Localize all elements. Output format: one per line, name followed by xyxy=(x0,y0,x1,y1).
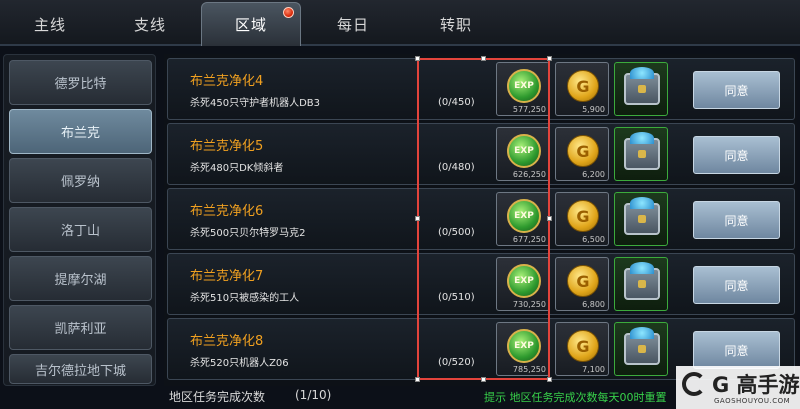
quest-progress: (0/520) xyxy=(438,357,475,368)
reset-tip: 提示 地区任务完成次数每天00时重置 xyxy=(484,391,667,404)
sidebar-item-lodin-hill[interactable]: 洛丁山 xyxy=(9,207,152,252)
sidebar-item-label: 布兰克 xyxy=(60,126,100,141)
gold-reward[interactable]: G 5,900 xyxy=(555,62,609,116)
exp-orb-icon: EXP xyxy=(507,69,541,103)
quest-name: 布兰克净化4 xyxy=(190,74,264,89)
exp-orb-icon: EXP xyxy=(507,134,541,168)
quest-description: 杀死480只DK倾斜者 xyxy=(190,163,284,174)
quest-progress: (0/510) xyxy=(438,292,475,303)
tab-label: 区域 xyxy=(234,16,267,34)
quest-progress: (0/500) xyxy=(438,227,475,238)
sidebar-item-label: 洛丁山 xyxy=(60,224,100,239)
quest-name: 布兰克净化5 xyxy=(190,139,264,154)
gold-reward[interactable]: G 6,800 xyxy=(555,257,609,311)
tab-side-quest[interactable]: 支线 xyxy=(100,4,200,44)
quest-name: 布兰克净化6 xyxy=(190,204,264,219)
quest-row: 布兰克净化7 杀死510只被感染的工人 (0/510) EXP 730,250 … xyxy=(167,253,795,315)
sidebar-item-label: 提摩尔湖 xyxy=(54,273,107,288)
treasure-chest-icon xyxy=(624,132,660,170)
quest-name: 布兰克净化7 xyxy=(190,269,264,284)
exp-orb-icon: EXP xyxy=(507,329,541,363)
sidebar-item-gilder-dungeon[interactable]: 吉尔德拉地下城 xyxy=(9,354,152,384)
exp-amount: 730,250 xyxy=(512,300,546,309)
quest-description: 杀死450只守护者机器人DB3 xyxy=(190,98,321,109)
sidebar-item-caesarea[interactable]: 凯萨利亚 xyxy=(9,305,152,350)
treasure-chest-icon xyxy=(624,262,660,300)
gold-reward[interactable]: G 6,200 xyxy=(555,127,609,181)
sidebar-item-timor-lake[interactable]: 提摩尔湖 xyxy=(9,256,152,301)
quest-description: 杀死510只被感染的工人 xyxy=(190,293,300,304)
exp-amount: 577,250 xyxy=(512,105,546,114)
sidebar-item-label: 吉尔德拉地下城 xyxy=(34,363,126,379)
accept-button[interactable]: 同意 xyxy=(693,201,780,239)
gold-amount: 5,900 xyxy=(582,105,605,114)
tab-label: 转职 xyxy=(439,15,472,34)
quest-row: 布兰克净化6 杀死500只贝尔特罗马克2 (0/500) EXP 677,250… xyxy=(167,188,795,250)
exp-amount: 785,250 xyxy=(512,365,546,374)
tab-label: 主线 xyxy=(33,15,66,34)
quest-name: 布兰克净化8 xyxy=(190,334,264,349)
watermark-url: GAOSHOUYOU.COM xyxy=(714,397,791,405)
quest-description: 杀死520只机器人Z06 xyxy=(190,358,289,369)
quest-row: 布兰克净化4 杀死450只守护者机器人DB3 (0/450) EXP 577,2… xyxy=(167,58,795,120)
exp-orb-icon: EXP xyxy=(507,199,541,233)
exp-reward[interactable]: EXP 785,250 xyxy=(496,322,550,376)
accept-button[interactable]: 同意 xyxy=(693,71,780,109)
exp-orb-icon: EXP xyxy=(507,264,541,298)
chest-reward[interactable] xyxy=(614,62,668,116)
quest-description: 杀死500只贝尔特罗马克2 xyxy=(190,228,306,239)
treasure-chest-icon xyxy=(624,67,660,105)
tab-label: 支线 xyxy=(133,15,166,34)
sidebar-item-derobit[interactable]: 德罗比特 xyxy=(9,60,152,105)
notification-badge-icon xyxy=(283,7,294,18)
tab-bar: 主线 支线 区域 每日 转职 xyxy=(0,0,800,46)
tab-label: 每日 xyxy=(336,15,369,34)
gold-reward[interactable]: G 6,500 xyxy=(555,192,609,246)
site-logo-icon xyxy=(682,372,706,396)
tab-daily[interactable]: 每日 xyxy=(303,4,403,44)
quest-row: 布兰克净化5 杀死480只DK倾斜者 (0/480) EXP 626,250 G… xyxy=(167,123,795,185)
tab-region[interactable]: 区域 xyxy=(201,2,301,46)
tab-job-change[interactable]: 转职 xyxy=(406,4,506,44)
accept-button[interactable]: 同意 xyxy=(693,136,780,174)
region-quest-count-label: 地区任务完成次数 xyxy=(169,390,266,404)
treasure-chest-icon xyxy=(624,327,660,365)
region-quest-count: (1/10) xyxy=(295,388,332,402)
gold-amount: 6,500 xyxy=(582,235,605,244)
exp-amount: 626,250 xyxy=(512,170,546,179)
chest-reward[interactable] xyxy=(614,322,668,376)
sidebar-item-perona[interactable]: 佩罗纳 xyxy=(9,158,152,203)
gold-amount: 6,800 xyxy=(582,300,605,309)
gold-coin-icon: G xyxy=(567,265,599,297)
gold-coin-icon: G xyxy=(567,70,599,102)
quest-progress: (0/480) xyxy=(438,162,475,173)
exp-amount: 677,250 xyxy=(512,235,546,244)
exp-reward[interactable]: EXP 626,250 xyxy=(496,127,550,181)
accept-button[interactable]: 同意 xyxy=(693,266,780,304)
treasure-chest-icon xyxy=(624,197,660,235)
accept-button[interactable]: 同意 xyxy=(693,331,780,369)
watermark-text: G 高手游 xyxy=(712,373,800,397)
watermark: G 高手游 GAOSHOUYOU.COM xyxy=(676,366,800,409)
gold-coin-icon: G xyxy=(567,135,599,167)
gold-amount: 6,200 xyxy=(582,170,605,179)
chest-reward[interactable] xyxy=(614,127,668,181)
gold-coin-icon: G xyxy=(567,200,599,232)
exp-reward[interactable]: EXP 577,250 xyxy=(496,62,550,116)
tab-main-quest[interactable]: 主线 xyxy=(0,4,100,44)
region-sidebar: 德罗比特 布兰克 佩罗纳 洛丁山 提摩尔湖 凯萨利亚 吉尔德拉地下城 xyxy=(3,54,156,386)
quest-progress: (0/450) xyxy=(438,97,475,108)
gold-amount: 7,100 xyxy=(582,365,605,374)
gold-reward[interactable]: G 7,100 xyxy=(555,322,609,376)
quest-list: 布兰克净化4 杀死450只守护者机器人DB3 (0/450) EXP 577,2… xyxy=(164,54,797,386)
sidebar-item-label: 凯萨利亚 xyxy=(54,322,107,337)
exp-reward[interactable]: EXP 730,250 xyxy=(496,257,550,311)
sidebar-item-label: 佩罗纳 xyxy=(60,175,100,190)
gold-coin-icon: G xyxy=(567,330,599,362)
chest-reward[interactable] xyxy=(614,192,668,246)
sidebar-item-blank[interactable]: 布兰克 xyxy=(9,109,152,154)
sidebar-item-label: 德罗比特 xyxy=(54,77,107,92)
chest-reward[interactable] xyxy=(614,257,668,311)
exp-reward[interactable]: EXP 677,250 xyxy=(496,192,550,246)
